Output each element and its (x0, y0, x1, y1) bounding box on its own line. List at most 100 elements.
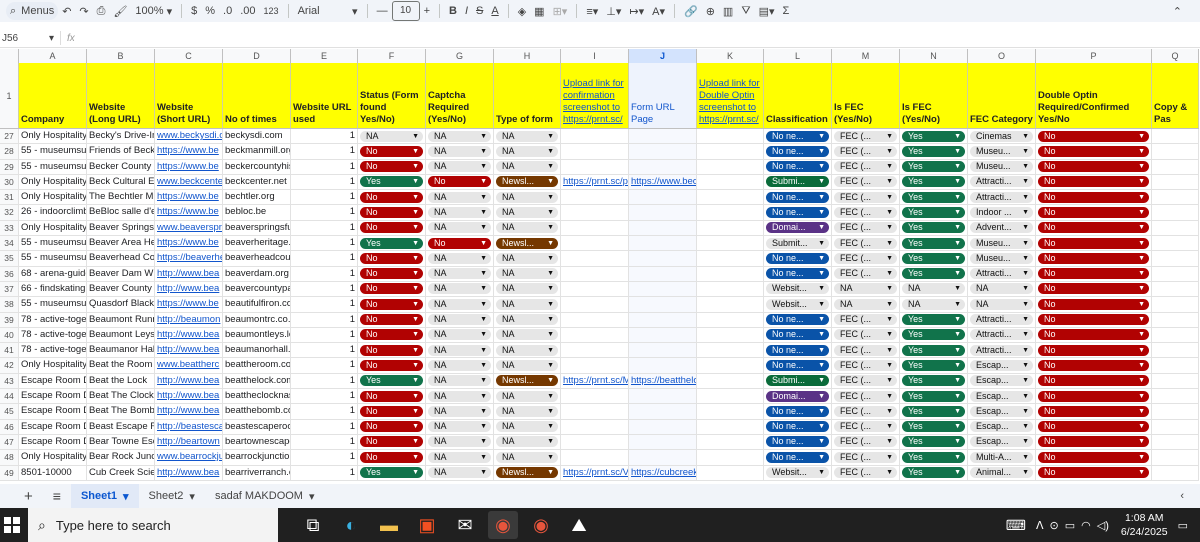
header-cell-p[interactable]: Double Optin Required/Confirmed Yes/No (1036, 63, 1152, 128)
menus-button[interactable]: ⌕ Menus (6, 2, 59, 20)
cell-n[interactable]: Yes ▼ (900, 129, 968, 144)
dropdown-chip[interactable]: No ▼ (1038, 421, 1149, 433)
cell-k[interactable] (697, 389, 764, 404)
dropdown-chip[interactable]: NA ▼ (428, 145, 491, 157)
cell-e[interactable]: 1 (291, 251, 358, 266)
dropdown-chip[interactable]: FEC (... ▼ (834, 467, 897, 479)
add-sheet-button[interactable]: + (14, 484, 43, 508)
paint-format-icon[interactable]: 🖌 (109, 2, 131, 20)
dropdown-chip[interactable]: Yes ▼ (902, 390, 965, 402)
dropdown-chip[interactable]: Escap... ▼ (970, 390, 1033, 402)
header-cell-g[interactable]: Captcha Required (Yes/No) (426, 63, 494, 128)
dropdown-chip[interactable]: No ne... ▼ (766, 191, 829, 203)
cell-o[interactable]: Escap... ▼ (968, 419, 1036, 434)
cell-j[interactable] (629, 358, 697, 373)
dropdown-chip[interactable]: NA ▼ (496, 421, 558, 433)
dropdown-chip[interactable]: No ne... ▼ (766, 268, 829, 280)
cell-o[interactable]: Escap... ▼ (968, 389, 1036, 404)
cell-o[interactable]: Museu... ▼ (968, 236, 1036, 251)
cell-h[interactable]: NA ▼ (494, 129, 561, 144)
cell-m[interactable]: NA ▼ (832, 297, 900, 312)
cell-a[interactable]: Only Hospitality: (19, 174, 87, 190)
header-cell-b[interactable]: Website (Long URL) (87, 63, 155, 128)
dropdown-chip[interactable]: NA ▼ (496, 283, 558, 295)
cell-c[interactable]: http://www.bea (155, 373, 223, 389)
more-formats-button[interactable]: 123 (260, 2, 283, 20)
cell-e[interactable]: 1 (291, 144, 358, 159)
cell-l[interactable]: No ne... ▼ (764, 404, 832, 419)
cell-j[interactable] (629, 327, 697, 343)
dropdown-chip[interactable]: No ▼ (360, 206, 423, 218)
cell-q[interactable] (1152, 434, 1199, 450)
cell-f[interactable]: No ▼ (358, 251, 426, 266)
cell-l[interactable]: Submit... ▼ (764, 236, 832, 251)
dropdown-chip[interactable]: Yes ▼ (902, 405, 965, 417)
header-cell-j[interactable]: Form URL Page (629, 63, 697, 128)
cell-o[interactable]: Attracti... ▼ (968, 312, 1036, 327)
dropdown-chip[interactable]: Cinemas ▼ (970, 130, 1033, 142)
notifications-icon[interactable]: ▭ (1178, 519, 1188, 532)
dropdown-chip[interactable]: FEC (... ▼ (834, 359, 897, 371)
cell-h[interactable]: NA ▼ (494, 205, 561, 220)
cell-b[interactable]: Beaver Area Her (87, 236, 155, 251)
font-size-increase-icon[interactable]: + (420, 2, 434, 20)
fill-color-icon[interactable]: ◈ (514, 2, 530, 20)
row-number[interactable]: 31 (0, 190, 19, 205)
cell-a[interactable]: Only Hospitality: (19, 450, 87, 465)
volume-icon[interactable]: ◁) (1097, 519, 1109, 532)
cell-j[interactable] (629, 434, 697, 450)
cell-h[interactable]: Newsl... ▼ (494, 174, 561, 190)
cell-e[interactable]: 1 (291, 205, 358, 220)
cell-h[interactable]: NA ▼ (494, 404, 561, 419)
cell-b[interactable]: Beaumanor Hall (87, 343, 155, 358)
row-number[interactable]: 28 (0, 144, 19, 159)
dropdown-chip[interactable]: Newsl... ▼ (496, 467, 558, 479)
dropdown-chip[interactable]: Newsl... ▼ (496, 176, 558, 188)
cell-i[interactable] (561, 281, 629, 297)
row-number[interactable]: 40 (0, 327, 19, 343)
cell-j[interactable] (629, 343, 697, 358)
cell-d[interactable]: beatthebomb.co (223, 404, 291, 419)
cell-n[interactable]: Yes ▼ (900, 144, 968, 159)
cell-c[interactable]: https://www.be (155, 297, 223, 312)
dropdown-chip[interactable]: No ▼ (1038, 359, 1149, 371)
cell-p[interactable]: No ▼ (1036, 144, 1152, 159)
column-header-e[interactable]: E (291, 49, 358, 63)
dropdown-chip[interactable]: Submi... ▼ (766, 375, 829, 387)
dropdown-chip[interactable]: NA ▼ (496, 298, 558, 310)
dropdown-chip[interactable]: No ▼ (1038, 206, 1149, 218)
dropdown-chip[interactable]: NA ▼ (496, 145, 558, 157)
cell-h[interactable]: NA ▼ (494, 358, 561, 373)
cell-j[interactable]: https://beatthelo (629, 373, 697, 389)
dropdown-chip[interactable]: NA ▼ (496, 161, 558, 173)
cell-b[interactable]: Cub Creek Scienc (87, 465, 155, 480)
dropdown-chip[interactable]: Attracti... ▼ (970, 268, 1033, 280)
row-number[interactable]: 27 (0, 129, 19, 144)
cell-d[interactable]: beattheclocknas (223, 389, 291, 404)
header-cell-o[interactable]: FEC Category (968, 63, 1036, 128)
dropdown-chip[interactable]: Yes ▼ (902, 130, 965, 142)
cell-n[interactable]: Yes ▼ (900, 358, 968, 373)
dropdown-chip[interactable]: Museu... ▼ (970, 145, 1033, 157)
column-header-f[interactable]: F (358, 49, 426, 63)
cell-g[interactable]: NA ▼ (426, 343, 494, 358)
cell-f[interactable]: NA ▼ (358, 129, 426, 144)
cell-m[interactable]: FEC (... ▼ (832, 220, 900, 236)
cell-n[interactable]: Yes ▼ (900, 404, 968, 419)
font-size-input[interactable]: 10 (391, 1, 420, 21)
cell-f[interactable]: No ▼ (358, 404, 426, 419)
cell-i[interactable]: https://prnt.sc/Ml (561, 373, 629, 389)
cell-g[interactable]: NA ▼ (426, 450, 494, 465)
dropdown-chip[interactable]: No ▼ (360, 436, 423, 448)
cell-k[interactable] (697, 450, 764, 465)
column-header-i[interactable]: I (561, 49, 629, 63)
cell-h[interactable]: Newsl... ▼ (494, 465, 561, 480)
cell-i[interactable] (561, 327, 629, 343)
cell-c[interactable]: http://www.bea (155, 343, 223, 358)
wifi-icon[interactable]: ◠ (1081, 519, 1091, 532)
cell-b[interactable]: Bear Rock Juncti (87, 450, 155, 465)
cell-m[interactable]: FEC (... ▼ (832, 389, 900, 404)
cell-i[interactable] (561, 220, 629, 236)
dropdown-chip[interactable]: NA ▼ (970, 298, 1033, 310)
dropdown-chip[interactable]: NA ▼ (496, 268, 558, 280)
